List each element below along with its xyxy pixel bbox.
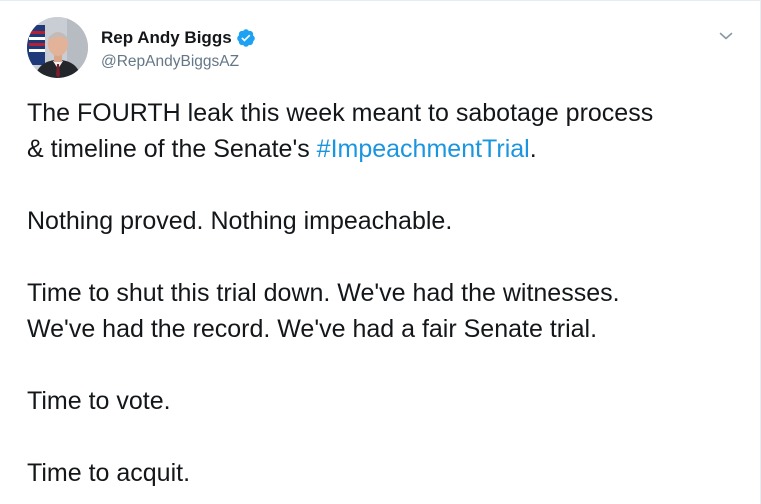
tweet-line: Time to acquit.	[27, 459, 191, 487]
verified-badge-icon	[236, 28, 256, 48]
tweet-paragraph-2: Nothing proved. Nothing impeachable.	[27, 203, 747, 239]
avatar-photo-icon	[27, 17, 88, 78]
author-name-row[interactable]: Rep Andy Biggs	[101, 27, 256, 49]
tweet-line: Nothing proved. Nothing impeachable.	[27, 207, 453, 235]
tweet-paragraph-1: The FOURTH leak this week meant to sabot…	[27, 95, 747, 167]
tweet-paragraph-4: Time to vote.	[27, 383, 747, 419]
author-handle[interactable]: @RepAndyBiggsAZ	[101, 52, 239, 72]
tweet-line: The FOURTH leak this week meant to sabot…	[27, 99, 654, 127]
avatar[interactable]	[27, 17, 88, 78]
tweet-text: The FOURTH leak this week meant to sabot…	[27, 95, 747, 504]
tweet-line: & timeline of the Senate's #ImpeachmentT…	[27, 131, 747, 167]
tweet-text-segment: & timeline of the Senate's	[27, 135, 317, 163]
tweet-text-segment: .	[529, 135, 537, 163]
tweet-paragraph-3: Time to shut this trial down. We've had …	[27, 275, 747, 347]
chevron-down-icon[interactable]	[715, 25, 737, 47]
author-display-name[interactable]: Rep Andy Biggs	[101, 27, 232, 49]
tweet-line: Time to shut this trial down. We've had …	[27, 279, 620, 307]
tweet-line: We've had the record. We've had a fair S…	[27, 315, 598, 343]
tweet-paragraph-5: Time to acquit.	[27, 455, 747, 491]
tweet-line: Time to vote.	[27, 387, 171, 415]
hashtag-link[interactable]: #ImpeachmentTrial	[317, 135, 530, 163]
tweet-card: Rep Andy Biggs @RepAndyBiggsAZ The FOURT…	[0, 0, 761, 504]
